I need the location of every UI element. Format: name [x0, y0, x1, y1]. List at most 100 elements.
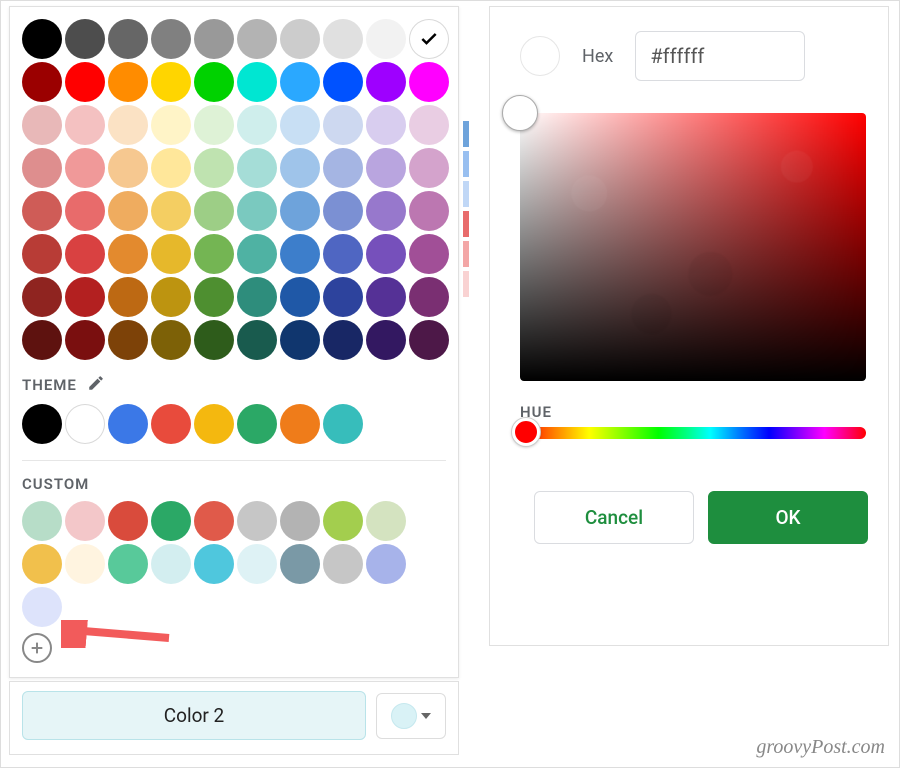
color-swatch[interactable]: [151, 234, 191, 274]
custom-swatch[interactable]: [151, 501, 191, 541]
color-swatch[interactable]: [280, 62, 320, 102]
custom-swatch[interactable]: [194, 501, 234, 541]
color-swatch[interactable]: [22, 320, 62, 360]
color-swatch[interactable]: [65, 277, 105, 317]
sv-thumb[interactable]: [502, 95, 538, 131]
color-swatch[interactable]: [108, 234, 148, 274]
color-swatch[interactable]: [151, 105, 191, 145]
color-swatch[interactable]: [65, 234, 105, 274]
color-swatch[interactable]: [194, 62, 234, 102]
color-swatch[interactable]: [323, 234, 363, 274]
custom-swatch[interactable]: [323, 501, 363, 541]
color-swatch[interactable]: [194, 148, 234, 188]
color-swatch[interactable]: [194, 191, 234, 231]
color-swatch[interactable]: [65, 320, 105, 360]
color-swatch[interactable]: [323, 277, 363, 317]
custom-swatch[interactable]: [65, 544, 105, 584]
custom-swatch[interactable]: [237, 544, 277, 584]
color-swatch[interactable]: [237, 148, 277, 188]
color-swatch[interactable]: [409, 277, 449, 317]
custom-swatch[interactable]: [323, 544, 363, 584]
custom-swatch[interactable]: [366, 544, 406, 584]
color-swatch[interactable]: [366, 62, 406, 102]
color-swatch[interactable]: [194, 19, 234, 59]
custom-swatch[interactable]: [280, 544, 320, 584]
color-swatch[interactable]: [237, 320, 277, 360]
color-swatch[interactable]: [65, 191, 105, 231]
color-swatch[interactable]: [366, 105, 406, 145]
color-swatch[interactable]: [323, 148, 363, 188]
color-swatch[interactable]: [108, 320, 148, 360]
custom-swatch[interactable]: [108, 544, 148, 584]
color-swatch[interactable]: [194, 277, 234, 317]
theme-swatch[interactable]: [151, 404, 191, 444]
color-swatch[interactable]: [237, 234, 277, 274]
color-swatch[interactable]: [65, 19, 105, 59]
color-swatch[interactable]: [151, 19, 191, 59]
custom-swatch[interactable]: [65, 501, 105, 541]
custom-swatch[interactable]: [280, 501, 320, 541]
color-swatch[interactable]: [237, 105, 277, 145]
color-swatch[interactable]: [366, 148, 406, 188]
color-swatch[interactable]: [409, 191, 449, 231]
custom-swatch[interactable]: [194, 544, 234, 584]
color-swatch[interactable]: [65, 148, 105, 188]
color-swatch[interactable]: [194, 234, 234, 274]
color-slot-swatch-dropdown[interactable]: [376, 693, 446, 739]
hue-thumb[interactable]: [512, 418, 540, 446]
color-swatch[interactable]: [22, 148, 62, 188]
custom-swatch[interactable]: [108, 501, 148, 541]
color-swatch[interactable]: [409, 105, 449, 145]
color-swatch[interactable]: [409, 19, 449, 59]
color-swatch[interactable]: [108, 191, 148, 231]
color-swatch[interactable]: [280, 105, 320, 145]
ok-button[interactable]: OK: [708, 491, 868, 544]
color-swatch[interactable]: [409, 234, 449, 274]
custom-swatch[interactable]: [22, 544, 62, 584]
custom-swatch[interactable]: [22, 587, 62, 627]
pencil-icon[interactable]: [87, 374, 105, 396]
hue-slider[interactable]: [520, 427, 866, 439]
custom-swatch[interactable]: [237, 501, 277, 541]
color-swatch[interactable]: [151, 191, 191, 231]
color-swatch[interactable]: [151, 320, 191, 360]
color-swatch[interactable]: [323, 62, 363, 102]
hex-input[interactable]: [635, 31, 805, 81]
color-swatch[interactable]: [22, 62, 62, 102]
color-swatch[interactable]: [151, 148, 191, 188]
color-swatch[interactable]: [237, 62, 277, 102]
theme-swatch[interactable]: [22, 404, 62, 444]
color-swatch[interactable]: [237, 277, 277, 317]
color-swatch[interactable]: [409, 320, 449, 360]
color-swatch[interactable]: [108, 105, 148, 145]
cancel-button[interactable]: Cancel: [534, 491, 694, 544]
add-custom-color-button[interactable]: [22, 633, 52, 663]
theme-swatch[interactable]: [108, 404, 148, 444]
color-swatch[interactable]: [108, 19, 148, 59]
color-swatch[interactable]: [280, 19, 320, 59]
theme-swatch[interactable]: [237, 404, 277, 444]
color-swatch[interactable]: [194, 105, 234, 145]
color-swatch[interactable]: [151, 62, 191, 102]
color-swatch[interactable]: [366, 234, 406, 274]
color-swatch[interactable]: [366, 277, 406, 317]
color-swatch[interactable]: [237, 19, 277, 59]
theme-swatch[interactable]: [323, 404, 363, 444]
color-swatch[interactable]: [22, 105, 62, 145]
color-swatch[interactable]: [280, 234, 320, 274]
color-swatch[interactable]: [237, 191, 277, 231]
custom-swatch[interactable]: [151, 544, 191, 584]
color-swatch[interactable]: [151, 277, 191, 317]
saturation-value-field[interactable]: [520, 113, 866, 381]
color-swatch[interactable]: [366, 19, 406, 59]
color-slot-button[interactable]: Color 2: [22, 691, 366, 740]
color-swatch[interactable]: [22, 277, 62, 317]
theme-swatch[interactable]: [280, 404, 320, 444]
theme-swatch[interactable]: [65, 404, 105, 444]
color-swatch[interactable]: [65, 105, 105, 145]
color-swatch[interactable]: [323, 105, 363, 145]
color-swatch[interactable]: [22, 234, 62, 274]
color-swatch[interactable]: [65, 62, 105, 102]
color-swatch[interactable]: [323, 19, 363, 59]
color-swatch[interactable]: [22, 19, 62, 59]
